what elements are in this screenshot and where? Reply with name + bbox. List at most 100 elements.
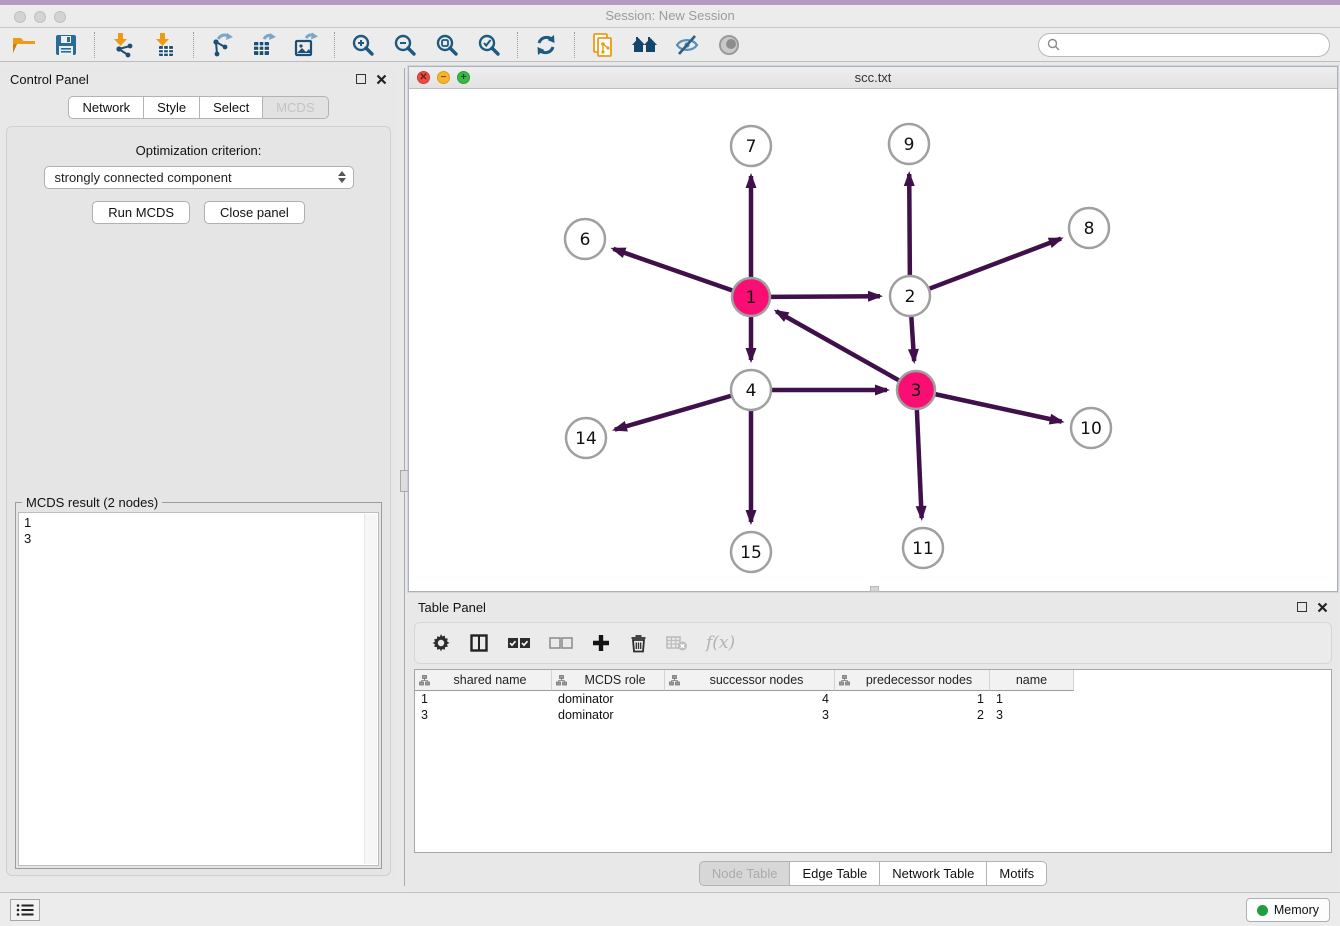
- select-all-icon[interactable]: [507, 636, 531, 650]
- graph-edge-2-8[interactable]: [930, 239, 1061, 289]
- import-table-icon[interactable]: [151, 31, 179, 59]
- tab-mcds[interactable]: MCDS: [262, 96, 328, 119]
- result-scrollbar[interactable]: [364, 514, 377, 864]
- new-network-from-selection-icon[interactable]: [589, 31, 617, 59]
- cell-MCDS-role[interactable]: dominator: [552, 691, 665, 707]
- tab-style[interactable]: Style: [143, 96, 200, 119]
- tab-node-table[interactable]: Node Table: [699, 861, 791, 886]
- cell-successor-nodes[interactable]: 3: [665, 707, 835, 723]
- float-table-panel-icon[interactable]: [1297, 602, 1307, 612]
- tab-select[interactable]: Select: [199, 96, 263, 119]
- column-header-MCDS-role[interactable]: MCDS role: [552, 670, 665, 691]
- cell-name[interactable]: 1: [990, 691, 1074, 707]
- show-all-icon[interactable]: [715, 31, 743, 59]
- network-window-titlebar[interactable]: ✕ − + scc.txt: [409, 67, 1337, 89]
- float-panel-icon[interactable]: [356, 74, 366, 84]
- search-box[interactable]: [1038, 33, 1330, 57]
- function-builder-button: f(x): [706, 633, 735, 653]
- graph-edge-4-14[interactable]: [615, 396, 731, 430]
- sort-column-icon[interactable]: [556, 675, 567, 686]
- first-neighbors-icon[interactable]: [631, 31, 659, 59]
- svg-text:14: 14: [575, 429, 597, 449]
- zoom-out-icon[interactable]: [391, 31, 419, 59]
- zoom-in-icon[interactable]: [349, 31, 377, 59]
- hide-selected-icon[interactable]: [673, 31, 701, 59]
- graph-edge-1-2[interactable]: [771, 296, 880, 297]
- app-titlebar: Session: New Session: [0, 0, 1340, 28]
- cell-MCDS-role[interactable]: dominator: [552, 707, 665, 723]
- close-panel-button[interactable]: Close panel: [204, 201, 305, 224]
- column-header-name[interactable]: name: [990, 670, 1074, 691]
- graph-node-9[interactable]: 9: [889, 124, 929, 164]
- export-image-icon[interactable]: [292, 31, 320, 59]
- cell-name[interactable]: 3: [990, 707, 1074, 723]
- task-history-button[interactable]: [10, 899, 40, 921]
- zoom-selected-icon[interactable]: [475, 31, 503, 59]
- sort-column-icon[interactable]: [669, 675, 680, 686]
- panel-divider[interactable]: [397, 68, 408, 886]
- node-table[interactable]: shared nameMCDS rolesuccessor nodesprede…: [414, 669, 1332, 853]
- graph-edge-2-3[interactable]: [911, 317, 914, 361]
- search-input[interactable]: [1065, 37, 1321, 52]
- table-row-0[interactable]: 1dominator411: [415, 691, 1331, 707]
- zoom-fit-icon[interactable]: [433, 31, 461, 59]
- graph-node-11[interactable]: 11: [903, 528, 943, 568]
- graph-edge-3-11[interactable]: [917, 410, 922, 518]
- graph-edge-3-10[interactable]: [936, 394, 1062, 421]
- minimize-network-icon[interactable]: −: [437, 71, 450, 84]
- cell-predecessor-nodes[interactable]: 1: [835, 691, 990, 707]
- export-table-icon[interactable]: [250, 31, 278, 59]
- tab-edge-table[interactable]: Edge Table: [789, 861, 880, 886]
- graph-node-4[interactable]: 4: [731, 370, 771, 410]
- open-session-icon[interactable]: [10, 31, 38, 59]
- optimization-criterion-select[interactable]: strongly connected component: [44, 166, 354, 189]
- graph-edge-1-6[interactable]: [613, 249, 732, 291]
- create-column-plus-icon[interactable]: [591, 633, 611, 653]
- cell-predecessor-nodes[interactable]: 2: [835, 707, 990, 723]
- column-settings-gear-icon[interactable]: [431, 633, 451, 653]
- toolbar-separator: [193, 32, 194, 58]
- graph-edge-3-1[interactable]: [776, 311, 898, 380]
- graph-node-8[interactable]: 8: [1069, 208, 1109, 248]
- cell-shared-name[interactable]: 3: [415, 707, 552, 723]
- show-columns-icon[interactable]: [469, 633, 489, 653]
- sort-column-icon[interactable]: [419, 675, 430, 686]
- tab-network[interactable]: Network: [68, 96, 144, 119]
- graph-node-10[interactable]: 10: [1071, 408, 1111, 448]
- close-panel-icon[interactable]: [376, 74, 387, 85]
- mcds-panel: Optimization criterion: strongly connect…: [6, 126, 391, 876]
- graph-edge-2-9[interactable]: [909, 174, 910, 275]
- control-panel-tabs: NetworkStyleSelectMCDS: [0, 96, 397, 119]
- deselect-all-icon[interactable]: [549, 636, 573, 650]
- run-mcds-button[interactable]: Run MCDS: [92, 201, 190, 224]
- memory-button[interactable]: Memory: [1246, 898, 1330, 922]
- graph-node-1[interactable]: 1: [732, 278, 770, 316]
- window-resize-grip[interactable]: [870, 586, 879, 592]
- tab-network-table[interactable]: Network Table: [879, 861, 987, 886]
- export-network-icon[interactable]: [208, 31, 236, 59]
- network-canvas[interactable]: 7 9 6 8 1 2 4 3 14 10 15 11: [409, 89, 1337, 591]
- apply-layout-icon[interactable]: [532, 31, 560, 59]
- sort-column-icon[interactable]: [839, 675, 850, 686]
- import-network-icon[interactable]: [109, 31, 137, 59]
- svg-text:8: 8: [1084, 219, 1095, 239]
- mcds-result-textarea[interactable]: 1 3: [18, 512, 379, 866]
- save-session-icon[interactable]: [52, 31, 80, 59]
- graph-node-7[interactable]: 7: [731, 126, 771, 166]
- column-header-shared-name[interactable]: shared name: [415, 670, 552, 691]
- tab-motifs[interactable]: Motifs: [986, 861, 1047, 886]
- graph-node-2[interactable]: 2: [890, 276, 930, 316]
- table-row-1[interactable]: 3dominator323: [415, 707, 1331, 723]
- column-header-successor-nodes[interactable]: successor nodes: [665, 670, 835, 691]
- graph-node-3[interactable]: 3: [897, 371, 935, 409]
- maximize-network-icon[interactable]: +: [457, 71, 470, 84]
- close-network-icon[interactable]: ✕: [417, 71, 430, 84]
- graph-node-6[interactable]: 6: [565, 219, 605, 259]
- cell-shared-name[interactable]: 1: [415, 691, 552, 707]
- column-header-predecessor-nodes[interactable]: predecessor nodes: [835, 670, 990, 691]
- graph-node-14[interactable]: 14: [566, 418, 606, 458]
- delete-column-trash-icon[interactable]: [629, 633, 648, 653]
- cell-successor-nodes[interactable]: 4: [665, 691, 835, 707]
- close-table-panel-icon[interactable]: [1317, 602, 1328, 613]
- graph-node-15[interactable]: 15: [731, 532, 771, 572]
